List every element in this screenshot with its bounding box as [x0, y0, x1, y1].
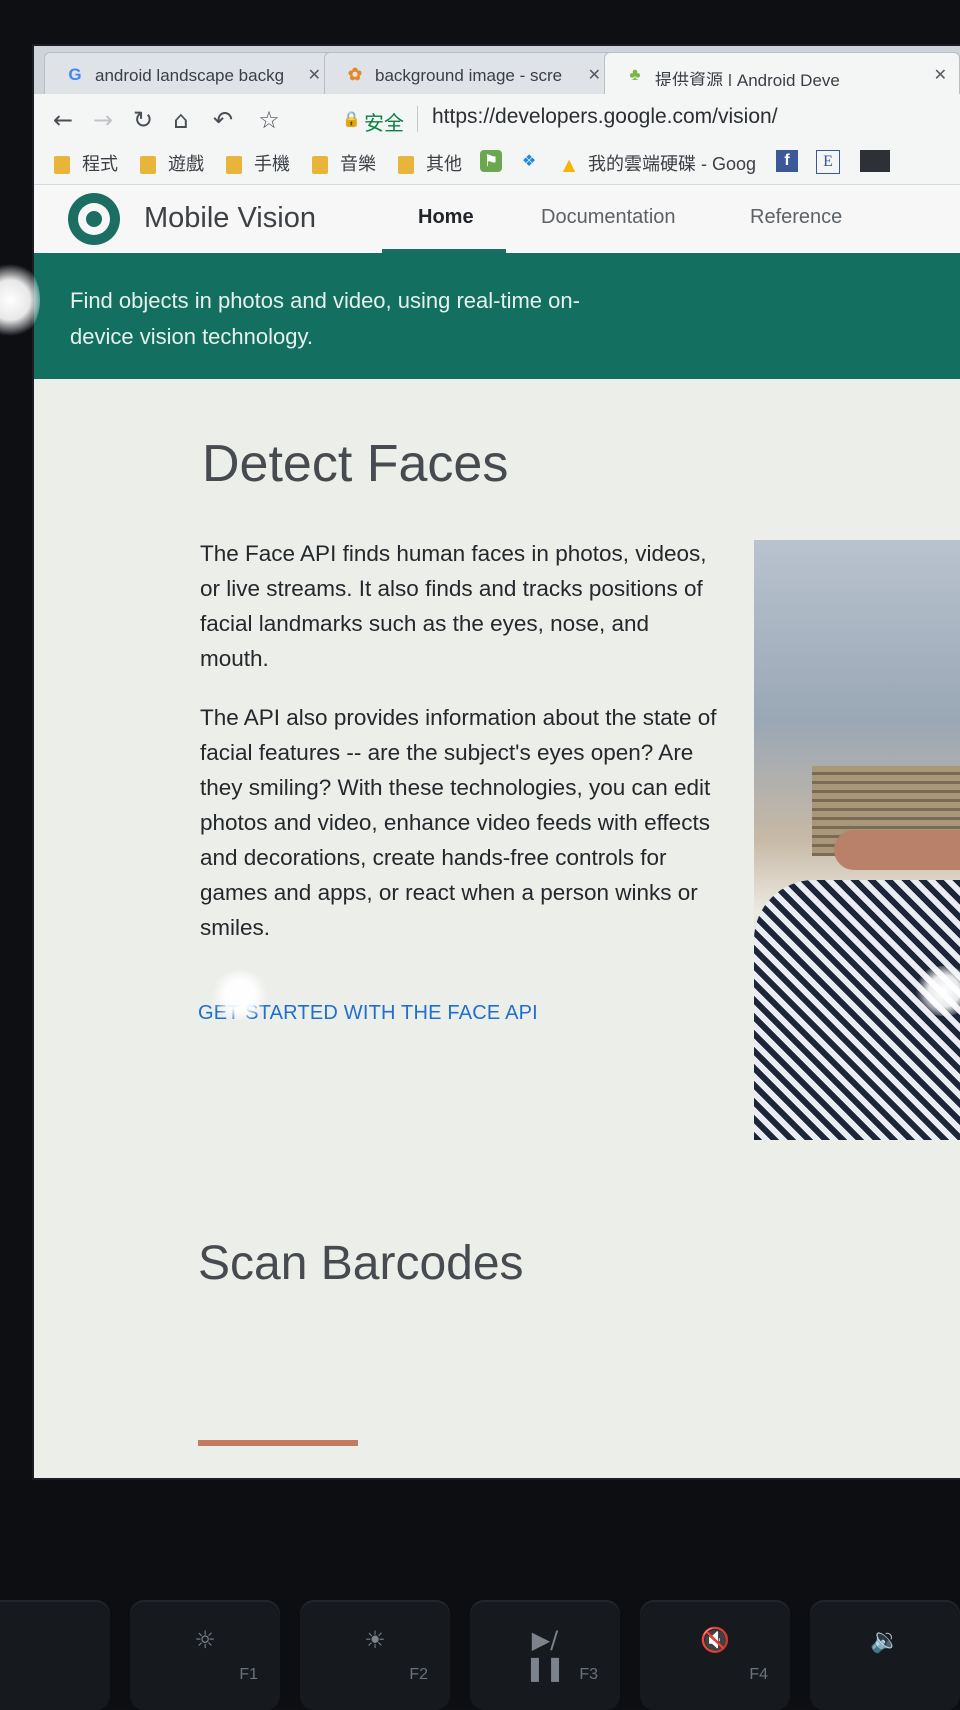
key-esc[interactable]	[0, 1600, 110, 1710]
browser-toolbar: ← → ↻ ⌂ ↶ ☆ 🔒 安全 https://developers.goog…	[34, 94, 960, 144]
key-f2[interactable]: ☀ F2	[300, 1600, 450, 1710]
nav-tab-home[interactable]: Home	[418, 206, 474, 229]
section-title-scan-barcodes: Scan Barcodes	[198, 1237, 524, 1290]
folder-icon	[140, 156, 156, 175]
key-f1[interactable]: ☼ F1	[130, 1600, 280, 1710]
tab-android-developers[interactable]: ♣ 提供資源 | Android Deve ✕	[604, 52, 960, 94]
folder-icon	[226, 156, 242, 175]
keyboard-backlight-down-icon: ☼	[194, 1626, 216, 1654]
close-tab-icon[interactable]: ✕	[934, 65, 947, 84]
android-favicon-icon: ♣	[629, 65, 641, 84]
mute-icon: 🔇	[700, 1626, 730, 1654]
bookmark-app[interactable]: ⚑	[480, 150, 502, 176]
key-label: F1	[239, 1666, 258, 1683]
screen-glare	[210, 970, 270, 1020]
nav-tab-reference[interactable]: Reference	[750, 206, 842, 229]
face-api-paragraph-2: The API also provides information about …	[200, 705, 717, 940]
volume-down-icon: 🔉	[870, 1626, 900, 1654]
barcode-image-edge	[198, 1440, 358, 1446]
laptop-screen: G android landscape backg ✕ ✿ background…	[34, 46, 960, 1478]
site-header: Mobile Vision Home Documentation Referen…	[34, 185, 960, 254]
folder-icon	[54, 156, 70, 175]
address-bar[interactable]: https://developers.google.com/vision/	[432, 105, 778, 129]
secure-label: 安全	[364, 113, 404, 135]
tab-title: android landscape backg	[95, 66, 285, 85]
close-tab-icon[interactable]: ✕	[308, 65, 321, 84]
keyboard-backlight-up-icon: ☀	[364, 1626, 386, 1654]
google-favicon-icon: G	[68, 65, 82, 84]
dropbox-icon: ❖	[521, 151, 537, 171]
laptop-keyboard: ☼ F1 ☀ F2 ▶/❚❚ F3 🔇 F4 🔉	[0, 1480, 960, 1710]
key-f4[interactable]: 🔇 F4	[640, 1600, 790, 1710]
lock-icon: 🔒	[342, 110, 361, 128]
bookmark-thumbnail-icon	[860, 150, 890, 173]
bookmark-folder[interactable]: 程式	[54, 150, 118, 176]
key-label: F3	[579, 1666, 598, 1683]
bookmark-facebook[interactable]: f	[776, 150, 798, 176]
e-icon: E	[816, 150, 840, 174]
bookmark-e[interactable]: E	[816, 150, 840, 176]
logo-pupil	[86, 211, 102, 227]
tab-strip: G android landscape backg ✕ ✿ background…	[34, 46, 960, 94]
bookmark-app-icon: ⚑	[480, 150, 502, 173]
key-label: F2	[409, 1666, 428, 1683]
close-tab-icon[interactable]: ✕	[588, 65, 601, 84]
bookmark-folder[interactable]: 音樂	[312, 150, 376, 176]
facebook-icon: f	[776, 150, 798, 173]
bookmark-dropbox[interactable]: ❖	[518, 150, 540, 176]
bookmark-folder[interactable]: 遊戲	[140, 150, 204, 176]
divider	[417, 106, 418, 132]
bookmark-label: 程式	[82, 154, 118, 174]
back-icon[interactable]: ←	[48, 106, 78, 136]
tab-background-image[interactable]: ✿ background image - scre ✕	[324, 52, 614, 94]
hero-tagline: Find objects in photos and video, using …	[70, 288, 580, 349]
hero-banner: Find objects in photos and video, using …	[34, 253, 960, 379]
tab-title: 提供資源 | Android Deve	[655, 71, 840, 86]
forward-icon[interactable]: →	[88, 106, 118, 136]
tab-android-landscape[interactable]: G android landscape backg ✕	[44, 52, 334, 94]
key-label: F4	[749, 1666, 768, 1683]
play-pause-icon: ▶/❚❚	[524, 1626, 566, 1682]
bookmark-folder[interactable]: 其他	[398, 150, 462, 176]
bookmarks-bar: 程式 遊戲 手機 音樂 其他 ⚑ ❖ ▲ 我的雲端硬碟 - Goog f E	[34, 144, 960, 185]
bookmark-google-drive[interactable]: ▲ 我的雲端硬碟 - Goog	[558, 150, 756, 176]
section-title-detect-faces: Detect Faces	[202, 435, 509, 493]
tab-title: background image - scre	[375, 66, 563, 85]
face-api-paragraph-1: The Face API finds human faces in photos…	[200, 541, 707, 671]
key-f3[interactable]: ▶/❚❚ F3	[470, 1600, 620, 1710]
bookmark-more[interactable]	[860, 150, 890, 176]
bookmark-label: 手機	[254, 154, 290, 174]
bookmark-label: 遊戲	[168, 154, 204, 174]
folder-icon	[398, 156, 414, 175]
folder-icon	[312, 156, 328, 175]
tab-favicon-icon: ✿	[347, 65, 363, 84]
key-f5[interactable]: 🔉	[810, 1600, 960, 1710]
bookmark-label: 其他	[426, 154, 462, 174]
photo-arm	[834, 830, 960, 870]
bookmark-star-icon[interactable]: ☆	[254, 106, 284, 136]
face-detection-photo	[754, 540, 960, 1140]
bookmark-label: 我的雲端硬碟 - Goog	[588, 154, 757, 174]
site-brand[interactable]: Mobile Vision	[144, 202, 316, 235]
google-drive-icon: ▲	[562, 155, 576, 175]
bookmark-folder[interactable]: 手機	[226, 150, 290, 176]
home-icon[interactable]: ⌂	[166, 106, 196, 136]
undo-icon[interactable]: ↶	[208, 106, 238, 136]
mobile-vision-logo-icon[interactable]	[68, 193, 120, 245]
bookmark-label: 音樂	[340, 154, 376, 174]
nav-tab-documentation[interactable]: Documentation	[541, 206, 676, 229]
reload-icon[interactable]: ↻	[128, 106, 158, 136]
